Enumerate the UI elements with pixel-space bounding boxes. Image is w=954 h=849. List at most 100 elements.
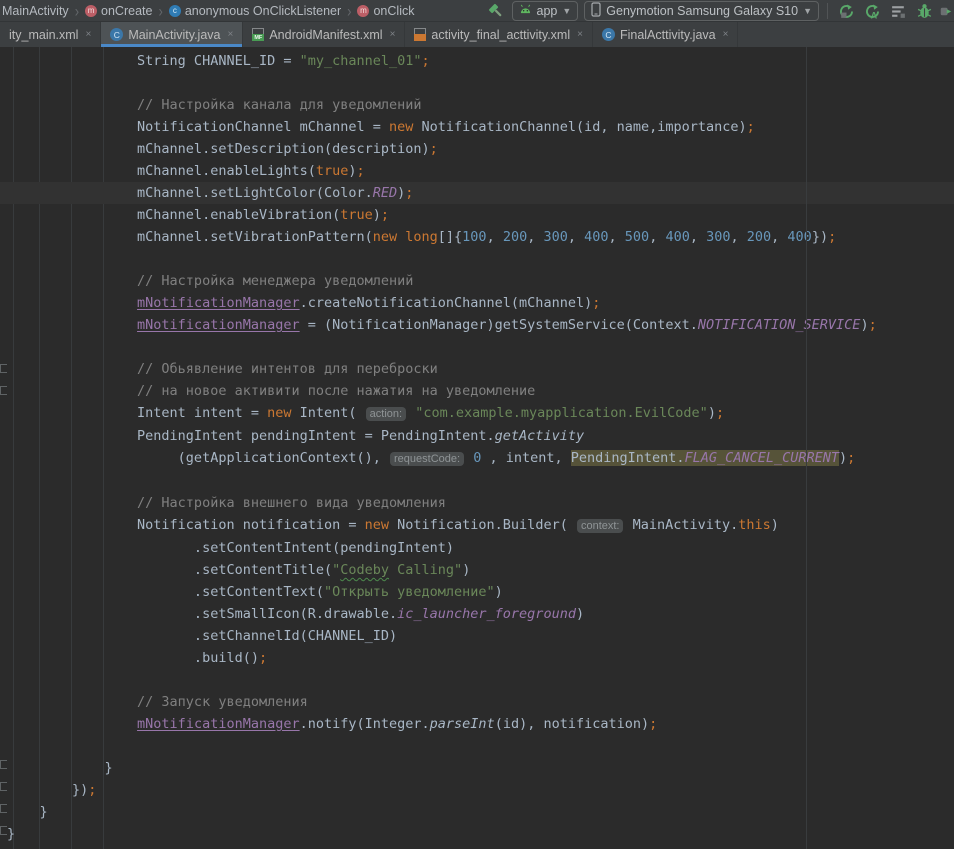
fold-marker-icon[interactable] xyxy=(0,386,7,395)
code-line[interactable] xyxy=(7,669,954,691)
code-line[interactable]: mChannel.enableLights(true); xyxy=(7,160,954,182)
code-line[interactable]: }); xyxy=(7,779,954,801)
phone-icon xyxy=(591,2,601,20)
breadcrumb-label: MainActivity xyxy=(2,4,69,18)
chevron-down-icon: ▼ xyxy=(562,6,571,16)
code-line[interactable]: NotificationChannel mChannel = new Notif… xyxy=(7,116,954,138)
code-line[interactable]: } xyxy=(7,757,954,779)
code-line[interactable]: .setContentTitle("Codeby Calling") xyxy=(7,559,954,581)
module-selector[interactable]: app ▼ xyxy=(512,1,579,21)
breadcrumb-separator: › xyxy=(75,1,79,21)
svg-text:A: A xyxy=(870,10,877,19)
code-line[interactable]: } xyxy=(7,801,954,823)
breadcrumb-item[interactable]: MainActivity xyxy=(2,4,69,18)
breadcrumb-item[interactable]: m onCreate xyxy=(85,4,152,18)
method-icon: m xyxy=(357,5,369,17)
code-line[interactable] xyxy=(7,336,954,358)
parameter-hint: requestCode: xyxy=(390,452,464,466)
method-icon: m xyxy=(85,5,97,17)
tab-label: AndroidManifest.xml xyxy=(269,28,382,42)
code-line[interactable]: (getApplicationContext(), requestCode: 0… xyxy=(7,447,954,470)
close-tab-icon[interactable]: × xyxy=(390,29,396,40)
apply-changes-icon[interactable]: A xyxy=(862,1,882,21)
tab-MainActivity.java[interactable]: C MainActivity.java × xyxy=(101,22,243,47)
code-line[interactable] xyxy=(7,470,954,492)
device-selector-label: Genymotion Samsung Galaxy S10 xyxy=(606,4,798,18)
code-line[interactable]: .setContentText("Открыть уведомление") xyxy=(7,581,954,603)
chevron-down-icon: ▼ xyxy=(803,6,812,16)
breadcrumb-item[interactable]: m onClick xyxy=(357,4,414,18)
fold-marker-icon[interactable] xyxy=(0,782,7,791)
debug-icon[interactable] xyxy=(914,1,934,21)
code-line[interactable]: // Обьявление интентов для переброски xyxy=(7,358,954,380)
code-line[interactable]: String CHANNEL_ID = "my_channel_01"; xyxy=(7,50,954,72)
class-icon: c xyxy=(169,5,181,17)
code-line[interactable]: // Настройка канала для уведомлений xyxy=(7,94,954,116)
close-tab-icon[interactable]: × xyxy=(723,29,729,40)
xml-file-icon xyxy=(414,28,426,41)
class-file-icon: C xyxy=(110,28,123,41)
close-tab-icon[interactable]: × xyxy=(227,29,233,40)
code-line[interactable]: mNotificationManager = (NotificationMana… xyxy=(7,314,954,336)
profile-icon[interactable] xyxy=(888,1,908,21)
breadcrumb: MainActivity › m onCreate › c anonymous OnClic… xyxy=(0,3,414,18)
code-line[interactable]: PendingIntent pendingIntent = PendingInt… xyxy=(7,425,954,447)
breadcrumb-label: onClick xyxy=(373,4,414,18)
tab-AndroidManifest.xml[interactable]: MF AndroidManifest.xml × xyxy=(243,22,405,47)
manifest-file-icon: MF xyxy=(252,28,264,41)
code-editor: String CHANNEL_ID = "my_channel_01"; // … xyxy=(0,47,954,849)
breadcrumb-item[interactable]: c anonymous OnClickListener xyxy=(169,4,341,18)
attach-debugger-icon[interactable] xyxy=(940,1,952,21)
class-file-icon: C xyxy=(602,28,615,41)
toolbar-separator xyxy=(827,3,828,19)
parameter-hint: context: xyxy=(577,519,624,533)
breadcrumb-separator: › xyxy=(158,1,162,21)
tab-activity_final_acttivity.xml[interactable]: activity_final_acttivity.xml × xyxy=(405,22,593,47)
close-tab-icon[interactable]: × xyxy=(577,29,583,40)
navigation-bar: MainActivity › m onCreate › c anonymous OnClic… xyxy=(0,0,954,22)
build-hammer-icon[interactable] xyxy=(486,1,506,21)
breadcrumb-label: onCreate xyxy=(101,4,152,18)
close-tab-icon[interactable]: × xyxy=(85,29,91,40)
code-line[interactable] xyxy=(7,72,954,94)
tab-FinalActtivity.java[interactable]: C FinalActtivity.java × xyxy=(593,22,738,47)
fold-marker-icon[interactable] xyxy=(0,760,7,769)
code-line[interactable]: mChannel.setDescription(description); xyxy=(7,138,954,160)
android-icon xyxy=(519,4,532,18)
code-area[interactable]: String CHANNEL_ID = "my_channel_01"; // … xyxy=(0,47,954,845)
code-line[interactable]: Notification notification = new Notifica… xyxy=(7,514,954,537)
code-line[interactable]: // Запуск уведомления xyxy=(7,691,954,713)
right-margin-guide xyxy=(806,47,807,849)
code-line[interactable]: Intent intent = new Intent( action: "com… xyxy=(7,402,954,425)
code-line[interactable]: mChannel.enableVibration(true); xyxy=(7,204,954,226)
code-line[interactable]: } xyxy=(7,823,954,845)
run-toolbar: app ▼ Genymotion Samsung Galaxy S10 ▼ xyxy=(486,0,954,22)
tab-label: activity_final_acttivity.xml xyxy=(431,28,570,42)
code-line[interactable]: // Настройка внешнего вида уведомления xyxy=(7,492,954,514)
breadcrumb-separator: › xyxy=(347,1,351,21)
parameter-hint: action: xyxy=(366,407,406,421)
code-line[interactable] xyxy=(7,735,954,757)
tab-ity_main.xml[interactable]: ity_main.xml× xyxy=(0,22,101,47)
code-line[interactable]: .build(); xyxy=(7,647,954,669)
tab-label: FinalActtivity.java xyxy=(620,28,716,42)
code-line[interactable]: .setChannelId(CHANNEL_ID) xyxy=(7,625,954,647)
code-line[interactable]: // Настройка менеджера уведомлений xyxy=(7,270,954,292)
fold-marker-icon[interactable] xyxy=(0,364,7,373)
code-line[interactable]: mNotificationManager.createNotificationC… xyxy=(7,292,954,314)
fold-marker-icon[interactable] xyxy=(0,826,7,835)
code-line[interactable]: // на новое активити после нажатия на ув… xyxy=(7,380,954,402)
module-selector-label: app xyxy=(537,4,558,18)
code-line[interactable]: .setContentIntent(pendingIntent) xyxy=(7,537,954,559)
breadcrumb-label: anonymous OnClickListener xyxy=(185,4,341,18)
code-line[interactable]: mNotificationManager.notify(Integer.pars… xyxy=(7,713,954,735)
device-selector[interactable]: Genymotion Samsung Galaxy S10 ▼ xyxy=(584,1,819,21)
code-line[interactable]: mChannel.setLightColor(Color.RED); xyxy=(0,182,954,204)
code-line[interactable]: mChannel.setVibrationPattern(new long[]{… xyxy=(7,226,954,248)
code-line[interactable] xyxy=(7,248,954,270)
fold-marker-icon[interactable] xyxy=(0,804,7,813)
editor-tabs: ity_main.xml× C MainActivity.java × MF Androi… xyxy=(0,22,954,47)
rerun-icon[interactable] xyxy=(836,1,856,21)
tab-label: MainActivity.java xyxy=(128,28,220,42)
code-line[interactable]: .setSmallIcon(R.drawable.ic_launcher_for… xyxy=(7,603,954,625)
